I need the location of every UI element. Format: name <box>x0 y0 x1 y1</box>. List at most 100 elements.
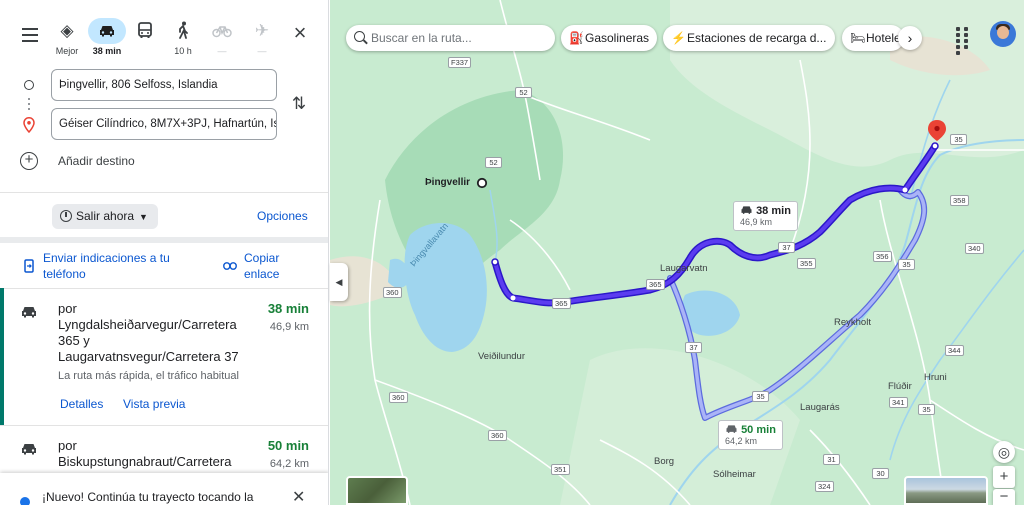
road-shield: 355 <box>797 258 816 269</box>
route-callout-fastest[interactable]: 38 min 46,9 km <box>733 201 798 231</box>
menu-icon[interactable] <box>18 24 42 48</box>
street-view-thumbnail[interactable] <box>904 476 988 505</box>
route-details-link[interactable]: Detalles <box>60 397 103 411</box>
place-label[interactable]: Sólheimar <box>713 469 756 480</box>
mode-best[interactable]: ◈ Mejor <box>47 18 87 64</box>
road-shield: 35 <box>950 134 967 145</box>
zoom-in-button[interactable]: + <box>993 466 1015 488</box>
car-icon <box>88 18 126 44</box>
place-label[interactable]: Laugarvatn <box>660 263 708 274</box>
road-shield: 340 <box>965 243 984 254</box>
toast-text: ¡Nuevo! Continúa tu trayecto tocando la <box>42 490 254 504</box>
avatar[interactable] <box>990 21 1016 47</box>
road-shield: 35 <box>918 404 935 415</box>
zoom-out-button[interactable]: − <box>993 489 1015 505</box>
copy-link-link[interactable]: Copiar enlace <box>244 250 304 282</box>
chip-gas-stations[interactable]: ⛽ Gasolineras <box>561 25 657 51</box>
road-shield: 37 <box>778 242 795 253</box>
mode-walk[interactable]: 10 h <box>163 18 203 64</box>
mode-bike[interactable]: — <box>202 18 242 64</box>
share-row: Enviar indicaciones a tu teléfono Copiar… <box>0 248 328 288</box>
road-shield: 35 <box>752 391 769 402</box>
diamond-route-icon: ◈ <box>60 21 74 40</box>
callout-distance: 46,9 km <box>740 217 773 227</box>
place-label[interactable]: Laugarás <box>800 402 840 413</box>
add-destination-label: Añadir destino <box>58 154 135 168</box>
road-shield: 35 <box>898 259 915 270</box>
section-separator <box>0 237 328 243</box>
map-canvas[interactable]: Þingvellir Þingvallavatn Laugarvatn Veið… <box>330 0 1024 505</box>
place-label[interactable]: Veiðilundur <box>478 351 525 362</box>
divider <box>0 192 328 193</box>
car-icon <box>741 206 752 214</box>
route-time: 50 min <box>267 438 309 453</box>
send-directions-link[interactable]: Enviar indicaciones a tu teléfono <box>43 250 193 282</box>
route-note: La ruta más rápida, el tráfico habitual <box>58 370 239 382</box>
close-icon[interactable]: ✕ <box>292 487 305 505</box>
chip-charging-stations[interactable]: ⚡ Estaciones de recarga d... <box>663 25 835 51</box>
route-via: por Lyngdalsheiðarvegur/Carretera 365 y … <box>58 301 239 364</box>
search-along-route-input[interactable]: Buscar en la ruta... <box>346 25 555 51</box>
new-feature-toast: ¡Nuevo! Continúa tu trayecto tocando la … <box>0 473 328 505</box>
info-icon <box>20 497 30 505</box>
directions-panel: ◈ Mejor 38 min 10 h — ✈ — × Þingvellir, … <box>0 0 329 505</box>
route-option-alternate[interactable]: por Biskupstungnabraut/Carretera 35 50 m… <box>0 425 328 485</box>
route-callout-alternate[interactable]: 50 min 64,2 km <box>718 420 783 450</box>
route-time: 38 min <box>267 301 309 316</box>
collapse-panel-button[interactable]: ◀ <box>330 263 348 301</box>
road-shield: 360 <box>488 430 507 441</box>
car-icon <box>22 444 36 455</box>
link-icon <box>223 262 237 270</box>
route-distance: 64,2 km <box>269 458 309 470</box>
place-label[interactable]: Hruni <box>924 372 947 383</box>
chip-hotels[interactable]: 🛏 Hoteles <box>842 25 904 51</box>
place-label[interactable]: Flúðir <box>888 381 912 392</box>
route-option-fastest[interactable]: por Lyngdalsheiðarvegur/Carretera 365 y … <box>0 288 328 425</box>
chip-label: Estaciones de recarga d... <box>687 31 827 45</box>
map-base <box>330 0 1024 505</box>
callout-time: 38 min <box>756 205 791 217</box>
route-distance: 46,9 km <box>269 321 309 333</box>
road-shield: 356 <box>873 251 892 262</box>
road-shield: 351 <box>551 464 570 475</box>
road-shield: 52 <box>485 157 502 168</box>
gas-station-icon: ⛽ <box>569 31 584 45</box>
route-preview-link[interactable]: Vista previa <box>123 397 185 411</box>
destination-input[interactable]: Géiser Cilíndrico, 8M7X+3PJ, Hafnartún, … <box>51 108 277 140</box>
road-shield: 37 <box>685 342 702 353</box>
origin-place-label: Þingvellir <box>425 177 471 188</box>
road-shield: F337 <box>448 57 472 68</box>
depart-time-dropdown[interactable]: Salir ahora ▼ <box>52 204 158 229</box>
place-label[interactable]: Reykholt <box>834 317 871 328</box>
close-icon[interactable]: × <box>289 22 311 44</box>
add-destination-button[interactable]: + Añadir destino <box>20 152 220 172</box>
road-shield: 358 <box>950 195 969 206</box>
mode-transit[interactable] <box>125 18 165 64</box>
waypoint-connector <box>28 98 30 112</box>
road-shield: 31 <box>823 454 840 465</box>
road-shield: 341 <box>889 397 908 408</box>
chevron-right-icon[interactable]: › <box>898 26 922 50</box>
origin-input[interactable]: Þingvellir, 806 Selfoss, Islandia <box>51 69 277 101</box>
place-label[interactable]: Borg <box>654 456 674 467</box>
my-location-icon[interactable]: ◎ <box>993 441 1015 463</box>
origin-dot-icon <box>24 80 34 90</box>
mode-car[interactable]: 38 min <box>87 18 127 64</box>
walk-icon <box>164 18 202 44</box>
car-icon <box>22 307 36 318</box>
destination-pin-icon <box>23 117 35 133</box>
options-link[interactable]: Opciones <box>257 209 308 223</box>
road-shield: 360 <box>389 392 408 403</box>
plane-icon: ✈ <box>254 21 270 40</box>
apps-grid-icon[interactable] <box>954 26 974 55</box>
mode-bike-label: — <box>217 46 227 56</box>
mode-flight-label: — <box>257 46 267 56</box>
ev-charger-icon: ⚡ <box>671 31 686 45</box>
send-to-phone-icon <box>24 259 34 273</box>
layers-thumbnail[interactable] <box>346 476 408 505</box>
mode-flight[interactable]: ✈ — <box>242 18 282 64</box>
depart-label: Salir ahora <box>76 209 135 223</box>
caret-down-icon: ▼ <box>139 212 148 222</box>
swap-waypoints-icon[interactable]: ⇅ <box>289 94 309 116</box>
search-placeholder: Buscar en la ruta... <box>371 31 472 45</box>
